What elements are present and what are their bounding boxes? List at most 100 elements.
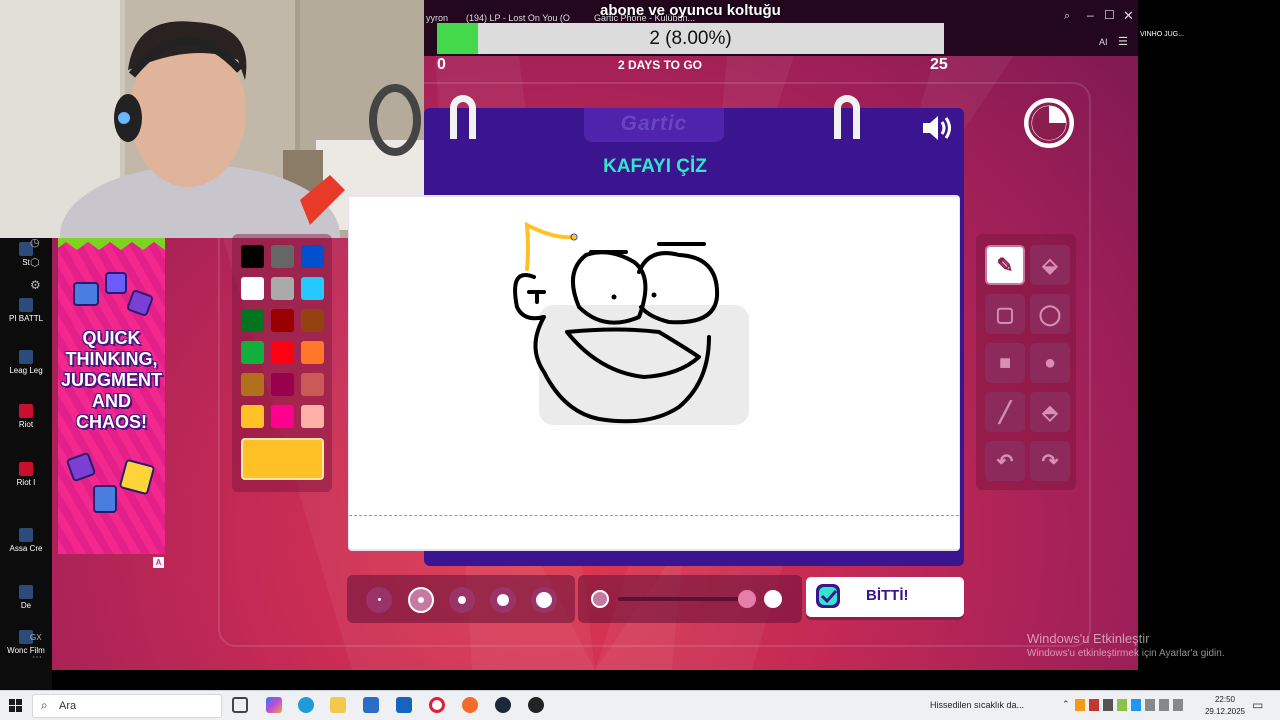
- minimize-icon[interactable]: –: [1087, 8, 1094, 22]
- overlay-title: abone ve oyuncu koltuğu: [600, 2, 781, 19]
- goal-start: 0: [437, 56, 446, 73]
- eraser-icon[interactable]: ⬙: [1030, 245, 1070, 285]
- more-icon[interactable]: ⋯: [32, 652, 42, 663]
- weather-widget[interactable]: Hissedilen sıcaklık da...: [930, 700, 1024, 710]
- redo-icon[interactable]: ↷: [1030, 441, 1070, 481]
- sound-icon[interactable]: [920, 113, 954, 148]
- file-explorer-icon[interactable]: [330, 697, 346, 713]
- color-swatch[interactable]: [241, 245, 264, 268]
- desktop-icon-label: Riot: [18, 420, 34, 429]
- bucket-icon[interactable]: ⬘: [1030, 392, 1070, 432]
- goal-days-left: 2 DAYS TO GO: [617, 58, 703, 72]
- color-swatch[interactable]: [241, 309, 264, 332]
- task-view-icon[interactable]: [232, 697, 248, 713]
- filled-rectangle-icon-glyph: ■: [998, 351, 1012, 374]
- opera-icon[interactable]: [429, 697, 445, 713]
- browser-tab[interactable]: yyron: [426, 13, 448, 23]
- ai-button[interactable]: AI: [1099, 37, 1108, 47]
- color-swatch[interactable]: [301, 341, 324, 364]
- brush-size-1[interactable]: [366, 587, 392, 613]
- desktop-icon-label: PI BATTL: [8, 314, 44, 323]
- cube-icon[interactable]: ⬡: [30, 256, 40, 269]
- timer-icon: [1024, 98, 1074, 148]
- maximize-icon[interactable]: ☐: [1104, 8, 1115, 22]
- steam-icon[interactable]: [495, 697, 511, 713]
- ad-badge[interactable]: A: [153, 557, 164, 568]
- brush-size-3[interactable]: [449, 587, 475, 613]
- app-icon[interactable]: [528, 697, 544, 713]
- clock-date[interactable]: 29.12.2025: [1200, 707, 1250, 716]
- color-swatch[interactable]: [241, 341, 264, 364]
- color-swatch[interactable]: [271, 309, 294, 332]
- drawing: [513, 221, 749, 425]
- done-button-label: BİTTİ!: [866, 587, 909, 604]
- windows-logo: [9, 699, 22, 712]
- undo-icon[interactable]: ↶: [985, 441, 1025, 481]
- desktop-icon-label: De: [20, 601, 32, 610]
- color-swatch[interactable]: [301, 277, 324, 300]
- search-placeholder: Ara: [59, 700, 77, 712]
- browser-tab[interactable]: (194) LP - Lost On You (O: [466, 13, 570, 23]
- copilot-icon[interactable]: [266, 697, 282, 713]
- color-swatch[interactable]: [241, 277, 264, 300]
- color-swatch[interactable]: [271, 373, 294, 396]
- brush-size-5[interactable]: [531, 587, 557, 613]
- desktop-icon[interactable]: De: [4, 585, 48, 610]
- clock-time[interactable]: 22:50: [1205, 695, 1245, 704]
- timer-icon-graphic: [1028, 102, 1070, 144]
- drawing-canvas[interactable]: [349, 197, 959, 515]
- desktop-icon[interactable]: St: [4, 242, 48, 267]
- filled-ellipse-icon[interactable]: ●: [1030, 343, 1070, 383]
- rectangle-icon-glyph: ▢: [995, 303, 1015, 326]
- filled-rectangle-icon[interactable]: ■: [985, 343, 1025, 383]
- ad-banner[interactable]: QUICK THINKING, JUDGMENT AND CHAOS!: [58, 238, 165, 554]
- line-icon[interactable]: ╱: [985, 392, 1025, 432]
- sound-icon-graphic: [923, 116, 951, 140]
- color-swatch[interactable]: [241, 373, 264, 396]
- binder-ring: [450, 95, 476, 139]
- desktop-icon[interactable]: PI BATTL: [4, 298, 48, 323]
- close-icon[interactable]: ✕: [1123, 8, 1134, 24]
- color-swatch[interactable]: [301, 245, 324, 268]
- desktop-icon[interactable]: Assa Cre: [4, 528, 48, 553]
- gear-icon[interactable]: ⚙: [30, 278, 41, 292]
- desktop-icon[interactable]: Riot I: [4, 462, 48, 487]
- desktop-icon[interactable]: Riot: [4, 404, 48, 429]
- done-button[interactable]: BİTTİ!: [806, 577, 964, 617]
- brush-size-2[interactable]: [408, 587, 434, 613]
- gx-label[interactable]: GX: [30, 633, 42, 642]
- color-swatch[interactable]: [271, 405, 294, 428]
- color-swatch[interactable]: [241, 405, 264, 428]
- rectangle-icon[interactable]: ▢: [985, 294, 1025, 334]
- taskbar-search[interactable]: ⌕ Ara: [32, 694, 222, 718]
- color-swatch[interactable]: [301, 309, 324, 332]
- windows-start-icon[interactable]: [9, 699, 22, 717]
- edge-icon[interactable]: [298, 697, 314, 713]
- canvas-bottom-strip: [349, 515, 959, 549]
- store-icon[interactable]: [363, 697, 379, 713]
- color-swatch[interactable]: [301, 405, 324, 428]
- opacity-slider-handle[interactable]: [738, 590, 756, 608]
- desktop-icon[interactable]: Leag Leg: [4, 350, 48, 375]
- redo-icon-glyph: ↷: [1041, 450, 1059, 473]
- desktop-icon-label: Riot I: [16, 478, 36, 487]
- browser-icon[interactable]: [462, 697, 478, 713]
- ellipse-icon[interactable]: ◯: [1030, 294, 1070, 334]
- color-swatch[interactable]: [271, 245, 294, 268]
- color-swatch[interactable]: [271, 341, 294, 364]
- pencil-icon-glyph: ✎: [996, 254, 1014, 277]
- clock-icon[interactable]: ◷: [30, 236, 40, 249]
- desktop-icon-label: Assa Cre: [9, 544, 43, 553]
- brush-size-4[interactable]: [490, 587, 516, 613]
- search-icon[interactable]: ⌕: [1064, 10, 1070, 23]
- undo-icon-glyph: ↶: [996, 450, 1014, 473]
- outlook-icon[interactable]: [396, 697, 412, 713]
- windows-activation-subtitle: Windows'u etkinleştirmek için Ayarlar'a …: [1027, 648, 1225, 659]
- tray-chevron-icon[interactable]: ⌃: [1062, 699, 1070, 710]
- color-swatch[interactable]: [301, 373, 324, 396]
- notification-icon[interactable]: ▭: [1252, 698, 1263, 712]
- pencil-icon[interactable]: ✎: [985, 245, 1025, 285]
- menu-icon[interactable]: ☰: [1118, 35, 1128, 48]
- color-swatch[interactable]: [271, 277, 294, 300]
- opacity-slider-track[interactable]: [618, 597, 748, 601]
